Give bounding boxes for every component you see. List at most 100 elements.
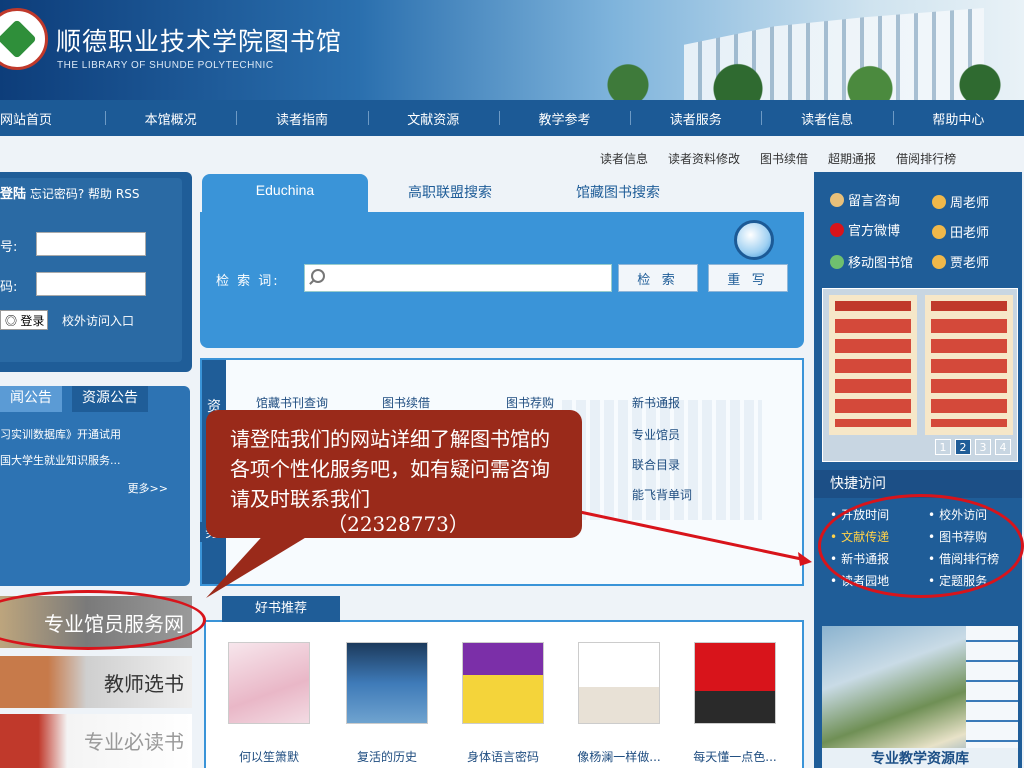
teaching-resource-label: 专业教学资源库	[822, 748, 1018, 768]
book-card[interactable]: 像杨澜一样做...	[568, 642, 670, 768]
speech-bubble: 请登陆我们的网站详细了解图书馆的各项个性化服务吧，如有疑问需咨询请及时联系我们 …	[206, 410, 582, 538]
nav-resources[interactable]: 文献资源	[367, 109, 499, 128]
recommended-books: 何以笙箫默 复活的历史 身体语言密码 像杨澜一样做... 每天懂一点色...	[204, 620, 804, 768]
book-cover	[578, 642, 660, 724]
slideshow-pager: 1 2 3 4	[935, 439, 1011, 455]
nav-reader-info[interactable]: 读者信息	[761, 109, 892, 128]
tab-educhina[interactable]: Educhina	[202, 174, 368, 214]
login-button-label: 登录	[20, 313, 45, 328]
nav-help[interactable]: 帮助中心	[892, 109, 1024, 128]
consult-link[interactable]: 留言咨询	[830, 190, 900, 209]
contact-zhou[interactable]: 周老师	[932, 192, 989, 211]
login-button[interactable]: ◎ 登录	[0, 310, 48, 330]
reset-button[interactable]: 重 写	[708, 264, 788, 292]
recommended-books-title: 好书推荐	[222, 596, 340, 622]
account-input[interactable]	[36, 232, 146, 256]
pager-dot[interactable]: 4	[995, 439, 1011, 455]
bubble-text: 请登陆我们的网站详细了解图书馆的各项个性化服务吧，如有疑问需咨询请及时联系我们	[230, 427, 550, 511]
search-icon	[311, 269, 325, 283]
book-cover	[228, 642, 310, 724]
nav-about[interactable]: 本馆概况	[105, 109, 236, 128]
book-cover	[346, 642, 428, 724]
login-title: 登陆	[0, 187, 27, 202]
forgot-password-link[interactable]: 忘记密码?	[30, 187, 84, 201]
contact-label: 周老师	[950, 196, 990, 211]
bubble-phone: （22328773）	[327, 512, 469, 536]
weibo-label: 官方微博	[848, 224, 901, 239]
mobile-icon	[830, 255, 844, 269]
nav-home[interactable]: 网站首页	[0, 109, 105, 128]
tab-alliance-search[interactable]: 高职联盟搜索	[408, 182, 492, 202]
main-nav: 网站首页 本馆概况 读者指南 文献资源 教学参考 读者服务 读者信息 帮助中心	[0, 100, 1024, 136]
weibo-link[interactable]: 官方微博	[830, 220, 900, 239]
right-sidebar: 留言咨询 周老师 官方微博 田老师 移动图书馆 贾老师 1 2 3 4 快捷访问…	[814, 172, 1022, 768]
notice-item[interactable]: 国大学生就业知识服务...	[0, 452, 121, 468]
search-panel: Educhina 高职联盟搜索 馆藏图书搜索 检 索 词: 检 索 重 写	[200, 172, 804, 348]
link-vocab[interactable]: 能飞背单词	[632, 486, 692, 503]
pager-dot[interactable]: 1	[935, 439, 951, 455]
highlight-ring-quick-access	[818, 494, 1024, 598]
search-input[interactable]	[304, 264, 612, 292]
sublink-ranking[interactable]: 借阅排行榜	[896, 150, 956, 167]
login-header: 登陆 忘记密码? 帮助 RSS	[0, 183, 139, 202]
sublink-renew[interactable]: 图书续借	[760, 150, 808, 167]
ad-panel	[829, 295, 917, 435]
book-card[interactable]: 何以笙箫默	[218, 642, 320, 768]
pager-dot[interactable]: 2	[955, 439, 971, 455]
contact-label: 田老师	[950, 226, 990, 241]
tab-news[interactable]: 闻公告	[0, 386, 62, 412]
offcampus-access-link[interactable]: 校外访问入口	[62, 312, 134, 329]
book-card[interactable]: 每天懂一点色...	[684, 642, 786, 768]
teaching-resource-banner[interactable]: 专业教学资源库	[822, 626, 1018, 768]
book-card[interactable]: 复活的历史	[336, 642, 438, 768]
promo-label: 教师选书	[104, 672, 184, 696]
book-title: 身体语言密码	[466, 750, 539, 764]
notice-panel: 闻公告 资源公告 习实训数据库》开通试用 国大学生就业知识服务... 更多>>	[0, 386, 190, 586]
sublink-reader-info[interactable]: 读者信息	[600, 150, 648, 167]
consult-label: 留言咨询	[848, 194, 901, 209]
account-label: 号:	[0, 240, 18, 255]
qq-icon	[932, 255, 946, 269]
search-button[interactable]: 检 索	[618, 264, 698, 292]
school-logo[interactable]	[0, 8, 48, 70]
tab-resource-notice[interactable]: 资源公告	[72, 386, 148, 412]
sublink-overdue[interactable]: 超期通报	[828, 150, 876, 167]
link-librarian[interactable]: 专业馆员	[632, 426, 680, 443]
book-title: 复活的历史	[356, 750, 417, 764]
pager-dot[interactable]: 3	[975, 439, 991, 455]
help-link[interactable]: 帮助	[88, 187, 112, 201]
site-title[interactable]: 顺德职业技术学院图书馆	[56, 22, 342, 58]
rss-link[interactable]: RSS	[116, 187, 140, 201]
ad-slideshow[interactable]: 1 2 3 4	[822, 288, 1018, 462]
link-recommend[interactable]: 图书荐购	[506, 394, 554, 411]
link-renew[interactable]: 图书续借	[382, 394, 430, 411]
qq-icon	[932, 195, 946, 209]
book-cover	[694, 642, 776, 724]
link-catalog-query[interactable]: 馆藏书刊查询	[256, 394, 328, 411]
notice-more-link[interactable]: 更多>>	[128, 480, 168, 496]
contact-tian[interactable]: 田老师	[932, 222, 989, 241]
password-label: 码:	[0, 280, 18, 295]
sublink-edit-profile[interactable]: 读者资料修改	[668, 150, 740, 167]
link-union-catalog[interactable]: 联合目录	[632, 456, 680, 473]
promo-required-reading[interactable]: 专业必读书	[0, 714, 192, 768]
notice-item[interactable]: 习实训数据库》开通试用	[0, 426, 121, 442]
login-panel-inner	[0, 178, 182, 362]
mobile-library-link[interactable]: 移动图书馆	[830, 252, 913, 271]
tab-catalog-search[interactable]: 馆藏图书搜索	[576, 182, 660, 202]
contact-jia[interactable]: 贾老师	[932, 252, 989, 271]
promo-teacher-book-selection[interactable]: 教师选书	[0, 656, 192, 708]
site-header: 顺德职业技术学院图书馆 THE LIBRARY OF SHUNDE POLYTE…	[0, 0, 1024, 100]
message-icon	[830, 193, 844, 207]
password-input[interactable]	[36, 272, 146, 296]
search-label: 检 索 词:	[216, 274, 280, 289]
nav-teaching[interactable]: 教学参考	[498, 109, 630, 128]
trees-banner-image	[584, 62, 1024, 100]
book-card[interactable]: 身体语言密码	[452, 642, 554, 768]
weibo-icon	[830, 223, 844, 237]
nav-reader-guide[interactable]: 读者指南	[236, 109, 367, 128]
link-new-books[interactable]: 新书通报	[632, 394, 680, 411]
contact-label: 贾老师	[950, 256, 990, 271]
resource-menu-thumb	[966, 626, 1018, 748]
nav-reader-services[interactable]: 读者服务	[630, 109, 761, 128]
